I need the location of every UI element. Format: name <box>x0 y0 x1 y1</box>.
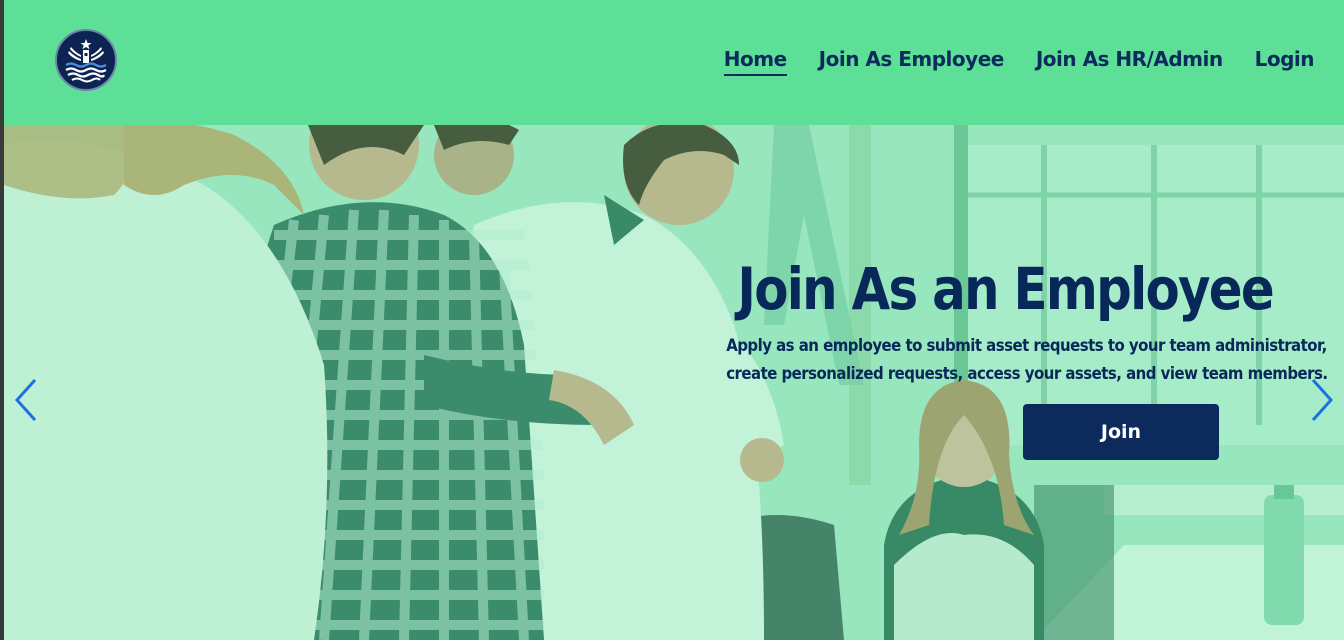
hero-title: Join As an Employee <box>737 255 1274 323</box>
hero-description-line-2: create personalized requests, access you… <box>726 364 1328 384</box>
chevron-left-icon <box>14 378 37 422</box>
hero-carousel: Join As an Employee Apply as an employee… <box>4 125 1344 640</box>
navbar: Home Join As Employee Join As HR/Admin L… <box>4 0 1344 125</box>
logo[interactable] <box>55 29 117 91</box>
hero-description: Apply as an employee to submit asset req… <box>726 332 1328 388</box>
carousel-next-button[interactable] <box>1306 375 1336 425</box>
chevron-right-icon <box>1311 378 1334 422</box>
page-frame: Home Join As Employee Join As HR/Admin L… <box>4 0 1344 640</box>
hero-content: Join As an Employee Apply as an employee… <box>659 255 1328 460</box>
join-button[interactable]: Join <box>1023 404 1219 460</box>
nav-join-as-employee[interactable]: Join As Employee <box>819 47 1005 76</box>
hero-description-line-1: Apply as an employee to submit asset req… <box>726 336 1327 356</box>
nav-home[interactable]: Home <box>723 47 787 76</box>
nav-login[interactable]: Login <box>1255 47 1315 76</box>
nav-join-as-hr-admin[interactable]: Join As HR/Admin <box>1036 47 1223 76</box>
lighthouse-waves-logo-icon <box>59 33 113 87</box>
carousel-prev-button[interactable] <box>12 375 42 425</box>
main-nav: Home Join As Employee Join As HR/Admin L… <box>723 47 1315 76</box>
